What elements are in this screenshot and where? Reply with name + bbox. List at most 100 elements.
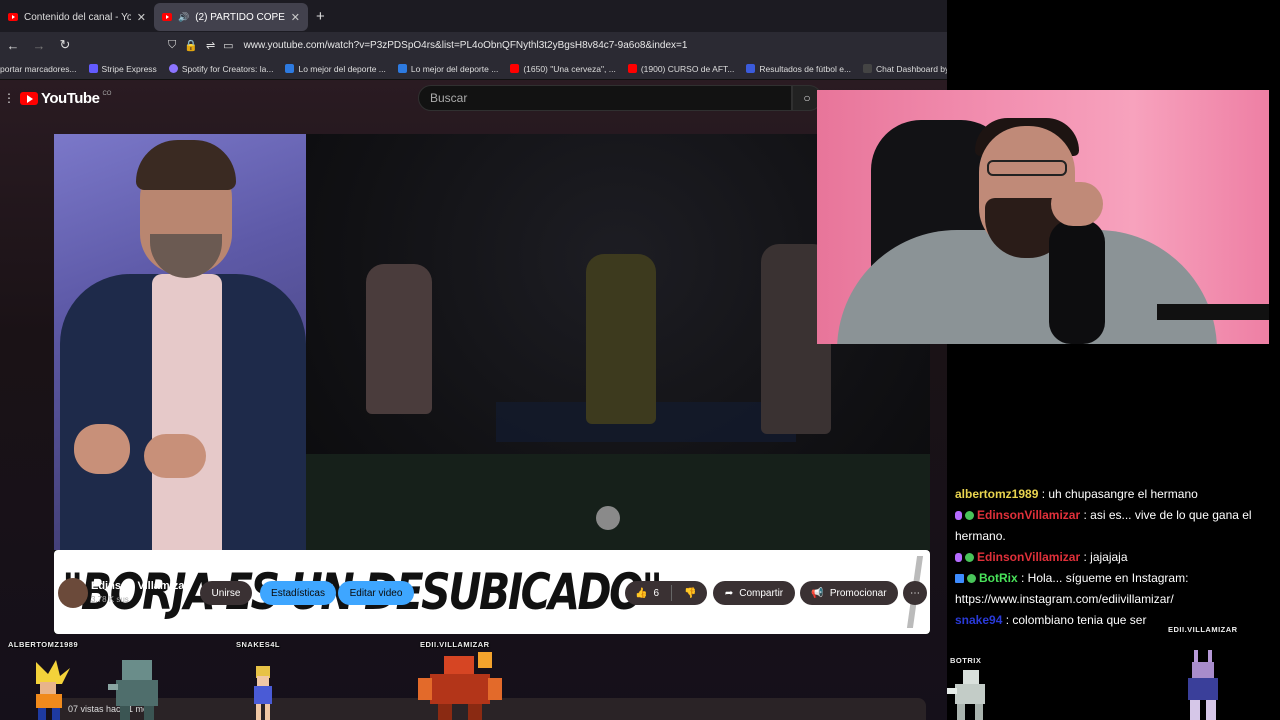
chat-username: snake94 <box>955 613 1003 627</box>
chat-username: EdinsonVillamizar <box>977 550 1081 564</box>
chat-message: EdinsonVillamizar : asi es... vive de lo… <box>955 505 1275 547</box>
forward-arrow-icon[interactable]: → <box>26 38 52 53</box>
youtube-masthead: ⋮ YouTube CO Buscar ○ <box>0 80 947 116</box>
bookmark-item[interactable]: (1900) CURSO de AFT... <box>627 63 735 74</box>
dragon-sprite-icon <box>108 660 158 720</box>
tab-strip: Contenido del canal - YouTube ✕ 🔊 (2) PA… <box>0 0 947 32</box>
spotify-icon <box>168 64 178 73</box>
broadcaster-badge-icon <box>955 511 962 521</box>
bookmark-item[interactable]: Chat Dashboard by C... <box>863 64 947 74</box>
viewer-sprite-label: SNAKES4L <box>236 640 281 649</box>
speaker-icon[interactable]: 🔊 <box>178 12 189 23</box>
bookmark-item[interactable]: Lo mejor del deporte ... <box>285 63 386 74</box>
results-icon <box>746 64 756 73</box>
bookmark-item[interactable]: Spotify for Creators: la... <box>168 63 274 74</box>
country-code: CO <box>102 91 112 97</box>
verified-badge-icon <box>965 553 974 563</box>
sports-icon <box>397 64 407 73</box>
sports-icon <box>285 64 295 73</box>
bookmark-item[interactable]: portar marcadores... <box>0 64 77 74</box>
stream-chat: albertomz1989 : uh chupasangre el herman… <box>955 484 1275 631</box>
tab-video[interactable]: 🔊 (2) PARTIDO COPERO | Estu ✕ <box>154 3 308 31</box>
broadcaster-badge-icon <box>955 553 962 563</box>
megaphone-icon: 📢 <box>811 587 824 599</box>
bookmark-label: Lo mejor del deporte ... <box>298 63 386 74</box>
tab-title: Contenido del canal - YouTube <box>24 11 131 23</box>
youtube-page: ⋮ YouTube CO Buscar ○ "BORJA DESUBICADO" <box>0 80 947 720</box>
chat-username: BotRix <box>979 571 1018 585</box>
page-icon[interactable]: ▭ <box>223 39 233 52</box>
like-dislike-group: 👍 6 👎 <box>625 581 707 605</box>
navigation-bar: ← → ↻ ⛉ 🔒 ⇌ ▭ www.youtube.com/watch?v=P3… <box>0 32 947 58</box>
close-tab-icon[interactable]: ✕ <box>291 11 300 24</box>
share-icon: ➦ <box>724 587 734 599</box>
like-count[interactable]: 6 <box>653 588 659 599</box>
goku-sprite-icon <box>36 660 70 720</box>
channel-avatar[interactable] <box>58 578 88 608</box>
bookmark-label: Spotify for Creators: la... <box>181 63 274 74</box>
search-icon: ○ <box>803 91 811 105</box>
chat-username: EdinsonVillamizar <box>977 508 1081 522</box>
chat-username: albertomz1989 <box>955 487 1039 501</box>
chat-message: albertomz1989 : uh chupasangre el herman… <box>955 484 1275 505</box>
botrix-sprite-icon <box>947 670 985 720</box>
tab-channel-content[interactable]: Contenido del canal - YouTube ✕ <box>0 3 154 31</box>
more-actions-button[interactable]: ⋯ <box>903 581 927 605</box>
verified-badge-icon <box>965 511 974 521</box>
youtube-logo[interactable]: YouTube CO <box>20 90 111 107</box>
bookmarks-bar: portar marcadores... Stripe Express Spot… <box>0 58 947 80</box>
chat-message: BotRix : Hola... sígueme en Instagram: h… <box>955 568 1275 610</box>
lock-icon[interactable]: 🔒 <box>184 39 198 52</box>
channel-name[interactable]: Edinson Villamizar <box>91 580 189 592</box>
url-bar[interactable]: www.youtube.com/watch?v=P3zPDSpO4rs&list… <box>244 40 688 51</box>
bookmark-label: portar marcadores... <box>0 63 77 74</box>
new-tab-icon[interactable]: + <box>316 8 325 25</box>
search-placeholder: Buscar <box>430 91 468 105</box>
youtube-favicon-icon <box>162 13 172 21</box>
chat-text: : uh chupasangre el hermano <box>1038 487 1198 501</box>
share-button[interactable]: ➦ Compartir <box>713 581 795 605</box>
chat-text: : jajajaja <box>1080 550 1128 564</box>
bookmark-label: Chat Dashboard by C... <box>876 63 947 74</box>
video-title: PARTIDO COPERO | Estudiantes 1-2 River P… <box>54 555 499 571</box>
browser-window: Contenido del canal - YouTube ✕ 🔊 (2) PA… <box>0 0 947 720</box>
bookmark-label: Stripe Express <box>101 63 157 74</box>
promote-button[interactable]: 📢 Promocionar <box>800 581 898 605</box>
logo-text: YouTube <box>41 89 100 107</box>
bookmark-label: (1900) CURSO de AFT... <box>640 63 735 74</box>
screen: Contenido del canal - YouTube ✕ 🔊 (2) PA… <box>0 0 1280 720</box>
youtube-favicon-icon <box>8 13 18 21</box>
youtube-play-icon <box>20 91 38 105</box>
join-button[interactable]: Unirse <box>200 581 252 605</box>
viewer-sprite-label: EDII.VILLAMIZAR <box>1168 625 1238 634</box>
bookmark-item[interactable]: Lo mejor del deporte ... <box>397 63 499 74</box>
bookmark-label: Resultados de fútbol e... <box>759 63 852 74</box>
studio-commentator-image <box>54 134 306 550</box>
close-tab-icon[interactable]: ✕ <box>137 11 146 24</box>
bookmark-item[interactable]: Stripe Express <box>88 63 157 74</box>
beerus-sprite-icon <box>1188 650 1218 720</box>
stats-button[interactable]: Estadísticas <box>260 581 336 605</box>
bot-badge-icon <box>955 574 964 584</box>
viewer-sprite-label: BOTRIX <box>950 656 982 665</box>
robot-sprite-icon <box>418 652 502 720</box>
viewer-sprite-label: ALBERTOMZ1989 <box>8 640 79 649</box>
bookmark-label: (1650) "Una cerveza", ... <box>523 63 616 74</box>
back-arrow-icon[interactable]: ← <box>0 38 26 53</box>
edit-video-button[interactable]: Editar video <box>338 581 414 605</box>
chat-text: : colombiano tenia que ser <box>1002 613 1147 627</box>
menu-icon[interactable]: ⋮ <box>0 91 18 105</box>
stripe-icon <box>88 64 98 73</box>
promote-label: Promocionar <box>829 587 887 599</box>
bookmark-label: Lo mejor del deporte ... <box>410 63 499 74</box>
shield-icon[interactable]: ⛉ <box>168 39 176 52</box>
reload-icon[interactable]: ↻ <box>52 37 78 53</box>
thumbs-down-icon[interactable]: 👎 <box>684 588 696 599</box>
search-input[interactable]: Buscar <box>418 85 792 111</box>
youtube-icon <box>627 64 637 73</box>
thumbs-up-icon[interactable]: 👍 <box>635 588 647 599</box>
bookmark-item[interactable]: (1650) "Una cerveza", ... <box>510 64 616 74</box>
bookmark-item[interactable]: Resultados de fútbol e... <box>746 64 851 74</box>
permissions-icon[interactable]: ⇌ <box>206 39 215 52</box>
chat-message: EdinsonVillamizar : jajajaja <box>955 547 1275 568</box>
